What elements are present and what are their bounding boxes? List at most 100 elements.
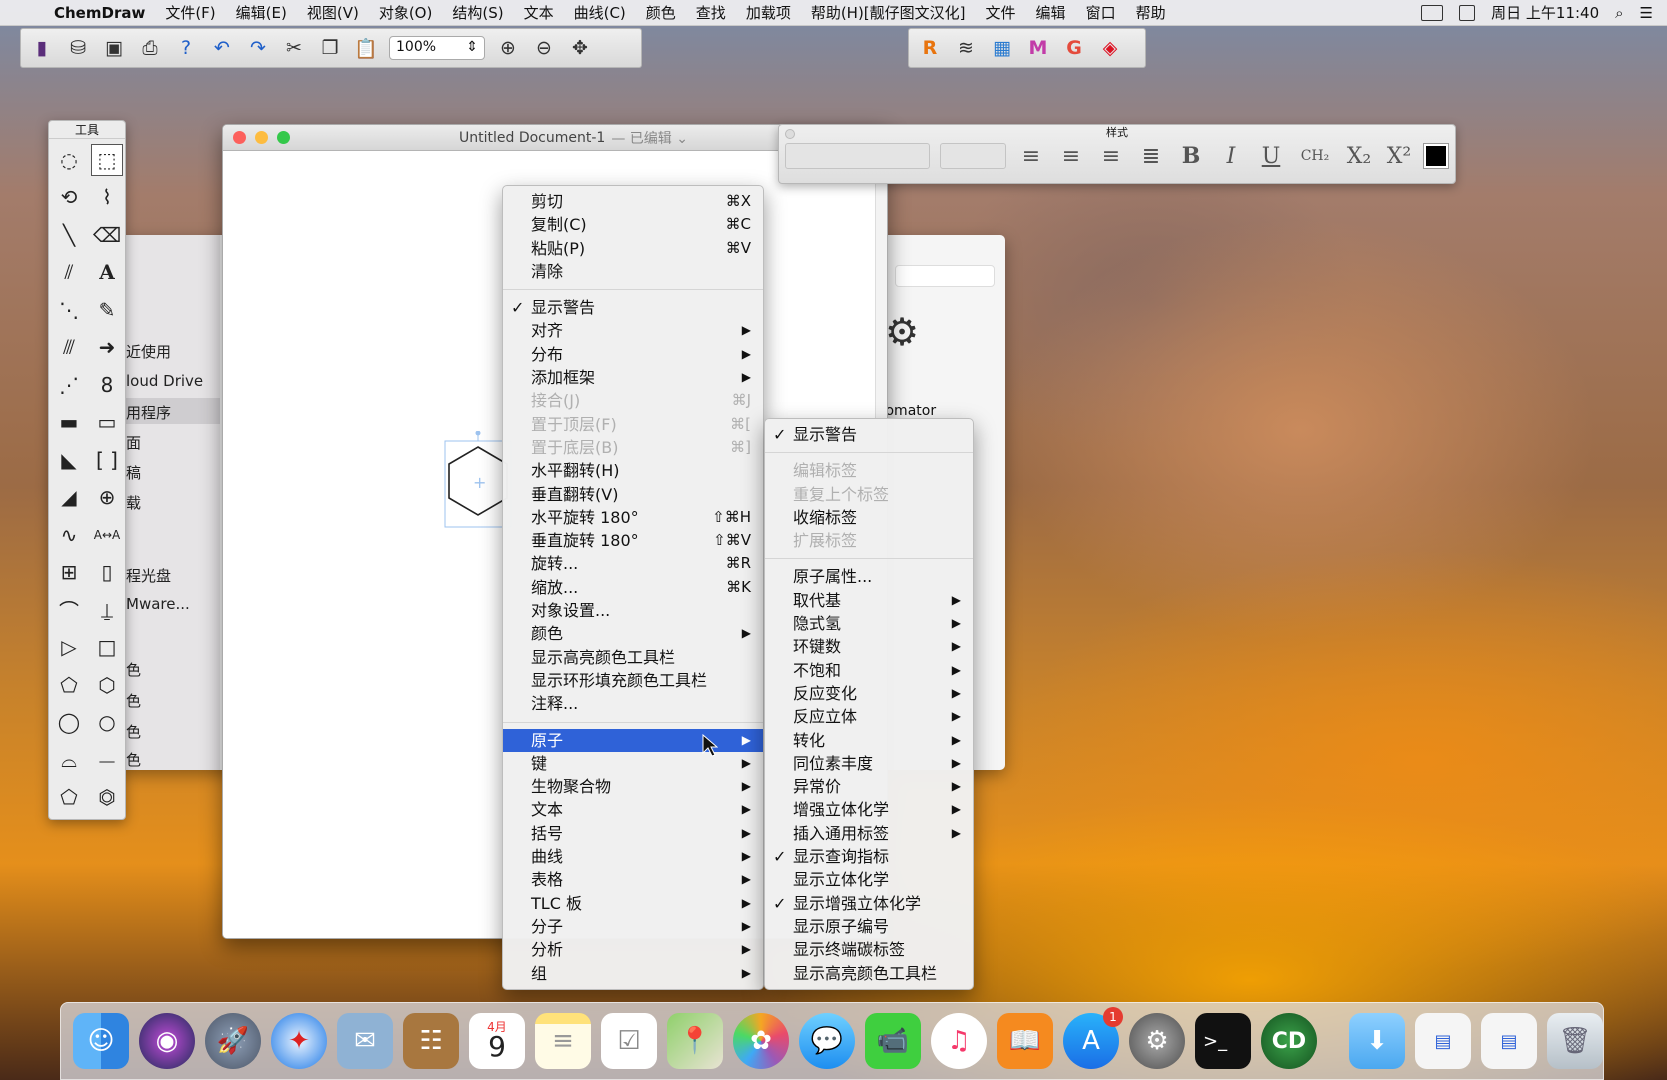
cut-icon[interactable]: ✂: [281, 35, 307, 61]
context-menu-item[interactable]: 缩放... ⌘K: [503, 576, 763, 599]
double-bond-tool-icon[interactable]: ⫽: [50, 254, 88, 292]
ibooks-dock-icon[interactable]: 📖: [997, 1013, 1053, 1069]
heptagon-tool-icon[interactable]: ◯: [50, 704, 88, 742]
context-menu-item[interactable]: 原子 ▶: [503, 728, 763, 752]
context-menu-item[interactable]: 分子 ▶: [503, 915, 763, 938]
finder-item-remote-disc[interactable]: 程光盘: [126, 565, 171, 586]
context-menu-item[interactable]: 生物聚合物 ▶: [503, 775, 763, 798]
context-menu-item[interactable]: 水平翻转(H): [503, 459, 763, 482]
automator-icon[interactable]: ⚙: [885, 310, 935, 370]
atom-submenu-item[interactable]: 插入通用标签 ▶: [765, 822, 973, 845]
m-addin-icon[interactable]: M: [1025, 35, 1051, 61]
atom-submenu-item[interactable]: 显示立体化学: [765, 868, 973, 891]
wedge-bond-tool-icon[interactable]: ◣: [50, 441, 88, 479]
finder-search-field[interactable]: [895, 265, 995, 287]
dotted-bond-tool-icon[interactable]: ⋰: [50, 366, 88, 404]
context-menu-item[interactable]: 注释...: [503, 692, 763, 715]
siri-dock-icon[interactable]: ◉: [139, 1013, 195, 1069]
r-addin-icon[interactable]: R: [917, 35, 943, 61]
menubar-edit[interactable]: 编辑(E): [226, 2, 297, 23]
context-menu-item[interactable]: 组 ▶: [503, 962, 763, 985]
chair-tool-icon[interactable]: ⌓: [50, 741, 88, 779]
menubar-text[interactable]: 文本: [514, 2, 564, 23]
facetime-dock-icon[interactable]: 📹: [865, 1013, 921, 1069]
mapping-tool-icon[interactable]: A↔A: [88, 516, 126, 554]
spotlight-icon[interactable]: ⌕: [1615, 4, 1623, 22]
superscript-icon[interactable]: X²: [1384, 144, 1414, 169]
menubar-view[interactable]: 视图(V): [297, 2, 369, 23]
save-icon[interactable]: ▣: [101, 35, 127, 61]
terminal-dock-icon[interactable]: >_: [1195, 1013, 1251, 1069]
atom-submenu-item[interactable]: 收缩标签: [765, 506, 973, 529]
rotate-3d-icon[interactable]: ✥: [567, 35, 593, 61]
lasso-tool-icon[interactable]: ◌: [50, 141, 88, 179]
benzene-tool-icon[interactable]: ⏣: [88, 779, 126, 817]
atom-submenu-item[interactable]: 显示原子编号: [765, 915, 973, 938]
menubar-edit-2[interactable]: 编辑: [1026, 2, 1076, 23]
finder-dock-icon[interactable]: ☺: [73, 1013, 129, 1069]
context-menu-item[interactable]: ✓ 显示警告: [503, 296, 763, 319]
atom-submenu-item[interactable]: 不饱和 ▶: [765, 659, 973, 682]
grid-addin-icon[interactable]: ▦: [989, 35, 1015, 61]
text-color-swatch[interactable]: [1423, 143, 1449, 169]
bold-icon[interactable]: B: [1176, 143, 1206, 169]
print-icon[interactable]: ⎙: [137, 35, 163, 61]
copy-icon[interactable]: ❐: [317, 35, 343, 61]
wavy-bond-tool-icon[interactable]: ∿: [50, 516, 88, 554]
atom-submenu-item[interactable]: 同位素丰度 ▶: [765, 752, 973, 775]
atom-submenu-item[interactable]: 原子属性...: [765, 565, 973, 588]
context-menu-item[interactable]: 水平旋转 180° ⇧⌘H: [503, 506, 763, 529]
airplay-icon[interactable]: [1421, 4, 1444, 21]
finder-item-downloads[interactable]: 载: [126, 492, 141, 513]
paste-icon[interactable]: 📋: [353, 35, 379, 61]
context-menu-item[interactable]: 曲线 ▶: [503, 845, 763, 868]
context-menu-item[interactable]: 文本 ▶: [503, 798, 763, 821]
chain-tool-icon[interactable]: ⌇: [88, 179, 126, 217]
menubar-help[interactable]: 帮助: [1126, 2, 1176, 23]
charge-tool-icon[interactable]: ⊕: [88, 479, 126, 517]
atom-submenu-item[interactable]: 异常价 ▶: [765, 775, 973, 798]
context-menu-item[interactable]: 分析 ▶: [503, 938, 763, 961]
stamp-tool-icon[interactable]: ⍊: [88, 591, 126, 629]
pen-tool-icon[interactable]: ✎: [88, 291, 126, 329]
rectangle-tool-icon[interactable]: ▭: [88, 404, 126, 442]
menubar-app-name[interactable]: ChemDraw: [44, 4, 155, 22]
google-addin-icon[interactable]: G: [1061, 35, 1087, 61]
menubar-help-localized[interactable]: 帮助(H)[靓仔图文汉化]: [801, 2, 976, 23]
input-source-icon[interactable]: [1459, 4, 1476, 21]
minimize-button[interactable]: [255, 131, 268, 144]
marquee-tool-icon[interactable]: ⬚: [91, 144, 123, 176]
orbital-tool-icon[interactable]: 8: [88, 366, 126, 404]
context-menu-item[interactable]: 表格 ▶: [503, 868, 763, 891]
zoom-out-icon[interactable]: ⊖: [531, 35, 557, 61]
atom-submenu-item[interactable]: 增强立体化学 ▶: [765, 798, 973, 821]
justify-icon[interactable]: ≣: [1136, 144, 1166, 169]
cyclopentadiene-tool-icon[interactable]: ⬠: [50, 779, 88, 817]
atom-submenu-item[interactable]: 反应变化 ▶: [765, 682, 973, 705]
atom-submenu-item[interactable]: 反应立体 ▶: [765, 705, 973, 728]
finder-tag-4[interactable]: 色: [126, 749, 141, 770]
itunes-dock-icon[interactable]: ♫: [931, 1013, 987, 1069]
atom-submenu-item[interactable]: ✓ 显示查询指标: [765, 845, 973, 868]
context-menu-item[interactable]: 颜色 ▶: [503, 622, 763, 645]
zoom-select[interactable]: 100% ⇕: [389, 36, 485, 60]
context-menu-item[interactable]: 清除: [503, 260, 763, 283]
hashed-wedge-tool-icon[interactable]: ◢: [50, 479, 88, 517]
menubar-search[interactable]: 查找: [686, 2, 736, 23]
underline-icon[interactable]: U: [1256, 144, 1286, 169]
dashed-bond-tool-icon[interactable]: ⋱: [50, 291, 88, 329]
menubar-file-2[interactable]: 文件: [976, 2, 1026, 23]
finder-tag-1[interactable]: 色: [126, 659, 141, 680]
atom-submenu-item[interactable]: 显示高亮颜色工具栏: [765, 962, 973, 985]
hexagon-tool-icon[interactable]: ⬡: [88, 666, 126, 704]
context-menu-item[interactable]: 对齐 ▶: [503, 319, 763, 342]
open-icon[interactable]: ⛁: [65, 35, 91, 61]
atom-submenu-item[interactable]: 转化 ▶: [765, 729, 973, 752]
context-menu-item[interactable]: TLC 板 ▶: [503, 892, 763, 915]
maps-dock-icon[interactable]: 📍: [667, 1013, 723, 1069]
table-tool-icon[interactable]: ⊞: [50, 554, 88, 592]
chair-alt-tool-icon[interactable]: ⏤: [88, 741, 126, 779]
finder-item-recents[interactable]: 近使用: [126, 341, 171, 362]
pentagon-tool-icon[interactable]: ⬠: [50, 666, 88, 704]
context-menu-item[interactable]: 剪切 ⌘X: [503, 190, 763, 213]
